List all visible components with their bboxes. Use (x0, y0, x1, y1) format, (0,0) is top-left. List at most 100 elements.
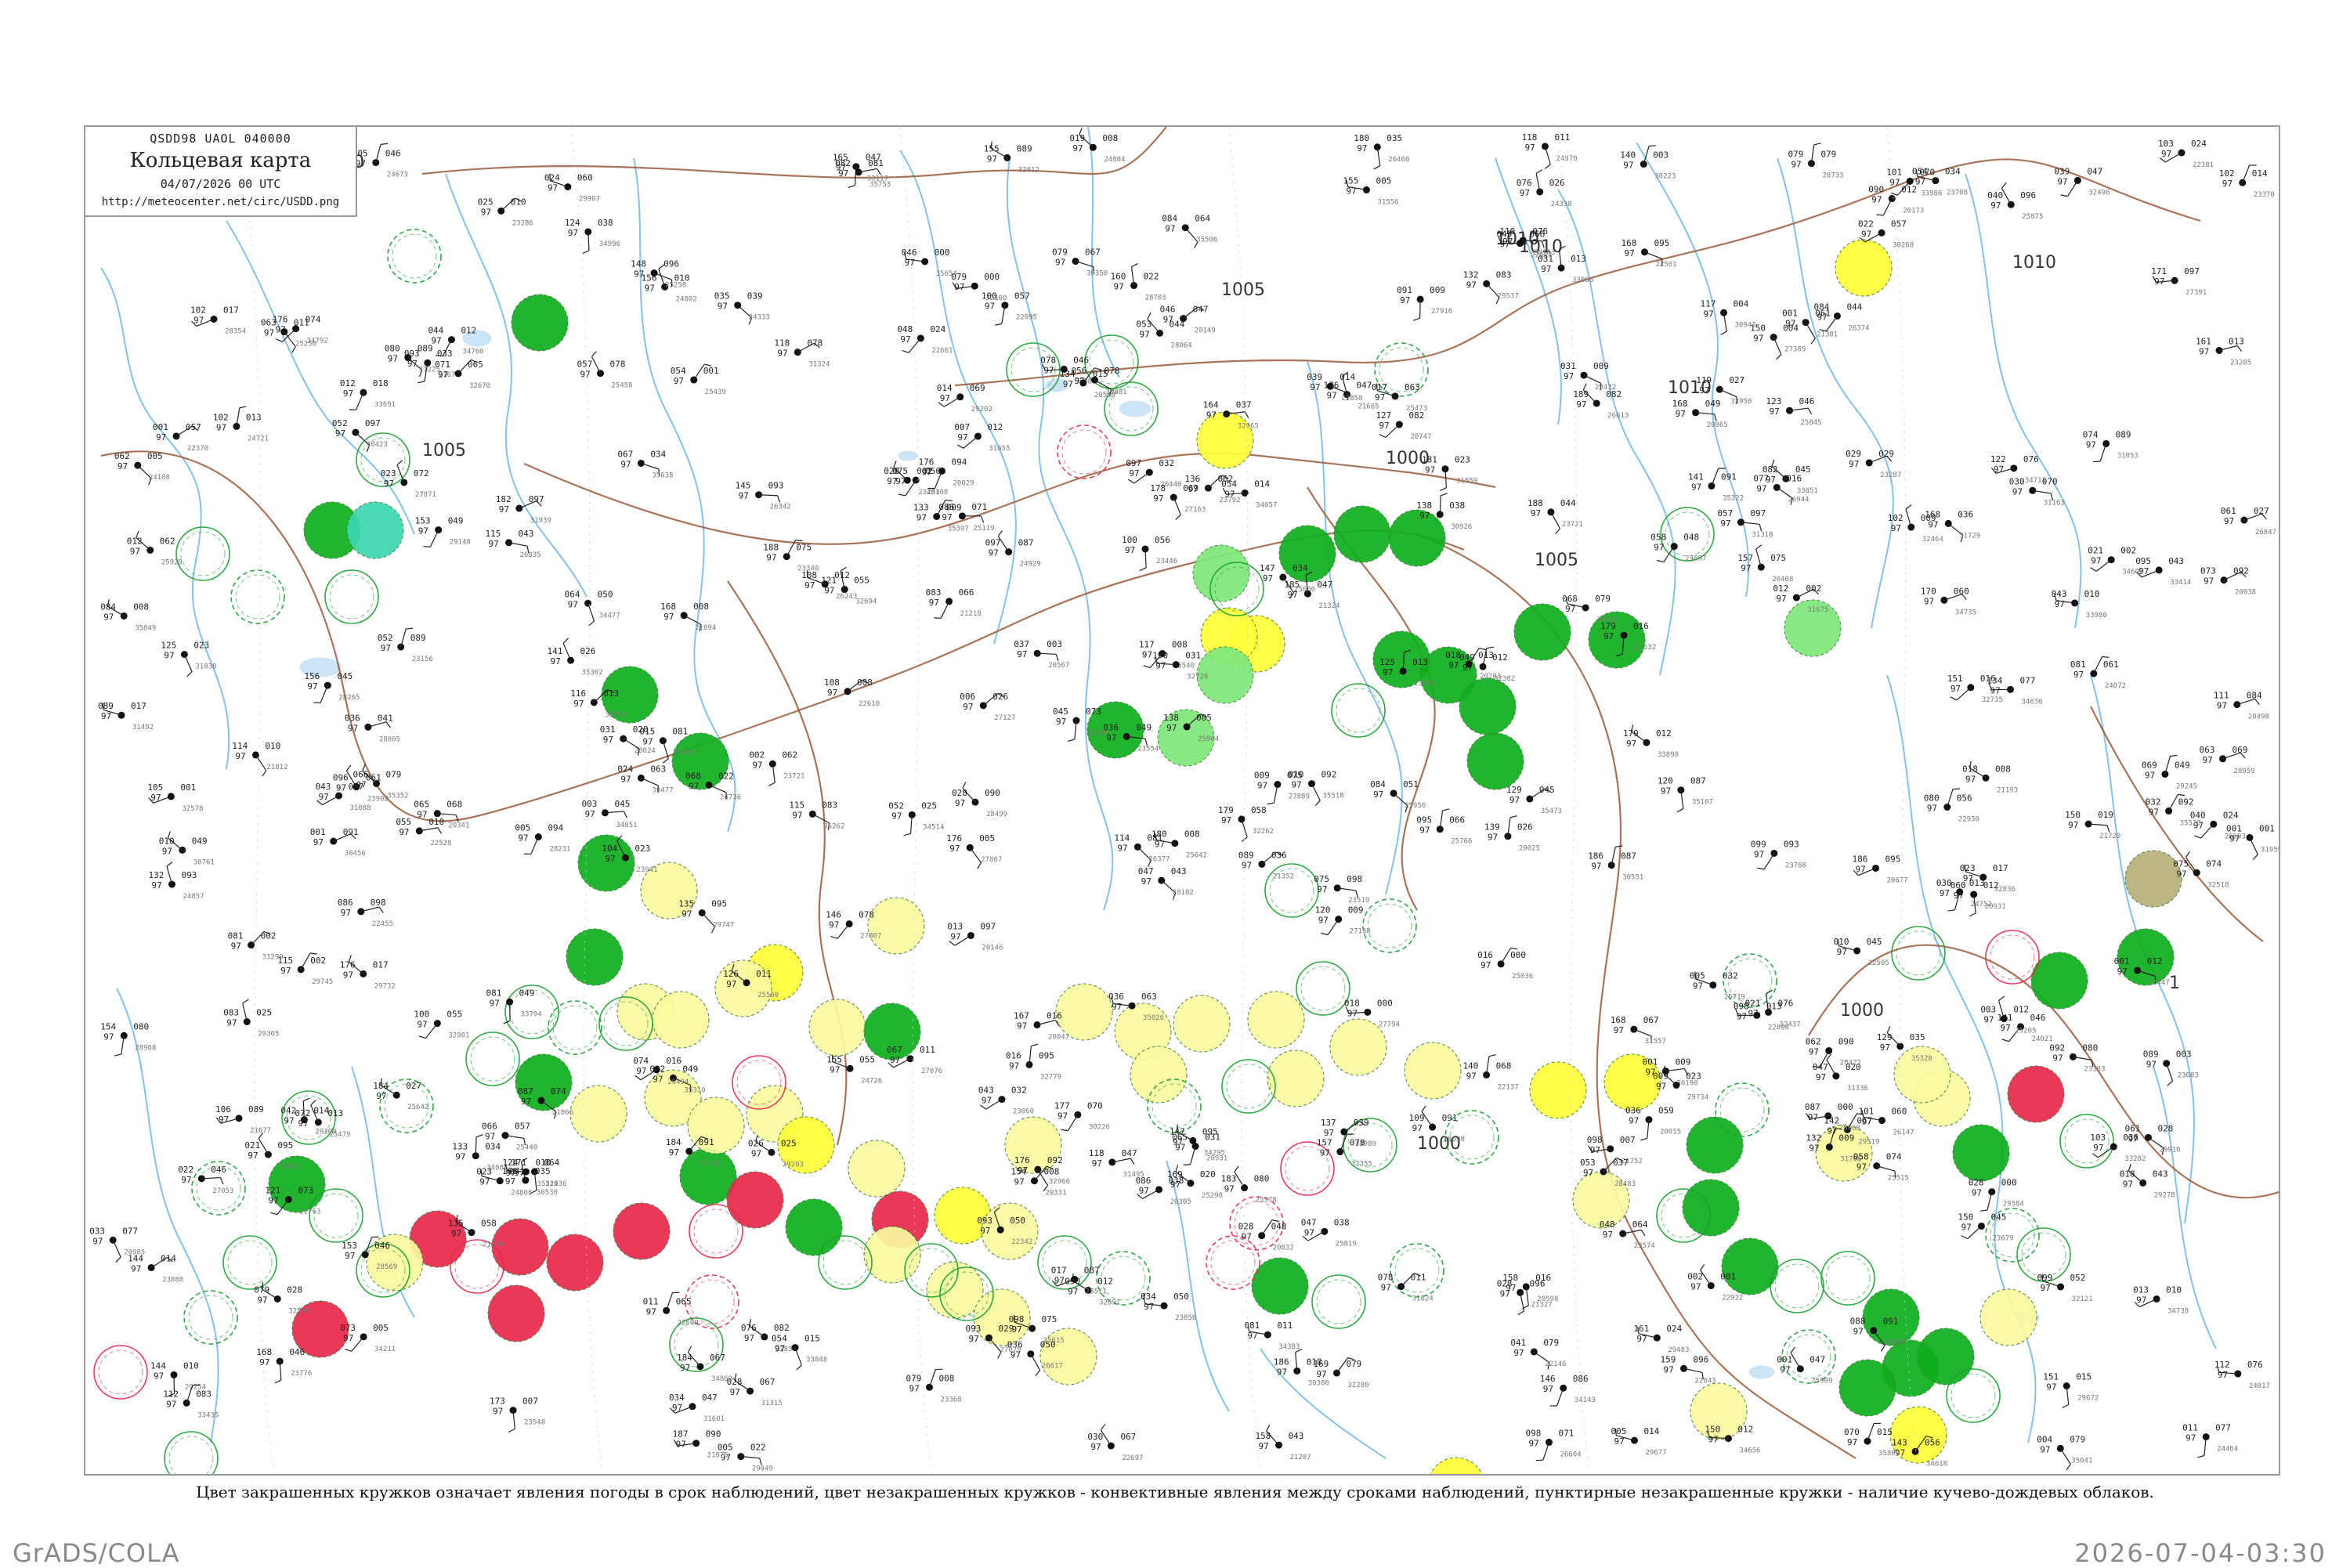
wind-barb-flag (760, 1458, 762, 1465)
wind-barb-flag (1759, 524, 1761, 531)
station-value: 97 (1140, 329, 1150, 339)
station-id: 25642 (1186, 852, 1207, 860)
station-id: 25515 (1888, 1175, 1909, 1183)
cb-ring (471, 1037, 515, 1081)
station-id: 28733 (1822, 172, 1843, 180)
station-id: 29732 (374, 982, 396, 990)
station-value: 97 (313, 837, 324, 847)
station-id: 28483 (1614, 1180, 1636, 1188)
station-id: 32496 (2088, 189, 2110, 197)
station-value: 057 (515, 1122, 530, 1132)
station-value: 102 (213, 412, 229, 422)
station-value: 074 (633, 1056, 649, 1066)
wind-barb (475, 1137, 476, 1156)
station-value: 091 (1442, 1113, 1458, 1123)
station-value: 051 (1403, 779, 1419, 789)
station-value: 047 (1193, 305, 1209, 315)
station-id: 20146 (982, 944, 1003, 952)
station-id: 20341 (448, 822, 469, 830)
station-value: 97 (645, 283, 655, 293)
station-value: 011 (643, 1296, 659, 1306)
station-value: 068 (446, 800, 462, 810)
station-value: 047 (1317, 580, 1332, 590)
station-value: 122 (1990, 454, 2006, 464)
station-id: 23888 (162, 1276, 183, 1284)
station-id: 35654 (936, 270, 957, 278)
station-id: 35310 (684, 1086, 705, 1094)
station-value: 080 (385, 344, 400, 354)
station-id: 22455 (372, 920, 393, 928)
station-value: 036 (2123, 1133, 2138, 1143)
station-value: 118 (1521, 132, 1537, 143)
station-value: 010 (1834, 937, 1849, 947)
station-value: 012 (340, 378, 356, 388)
station-value: 112 (2214, 1360, 2230, 1370)
station-value: 97 (1112, 1002, 1122, 1012)
wind-barb (563, 643, 570, 660)
station-value: 044 (1170, 319, 1185, 329)
station-value: 97 (949, 844, 960, 854)
station-id: 26035 (520, 551, 541, 559)
station-value: 028 (287, 1285, 302, 1295)
station-value: 188 (1528, 498, 1543, 508)
station-id: 20038 (2235, 589, 2256, 597)
wind-barb (531, 837, 539, 854)
wind-barb-flag (1720, 331, 1726, 335)
station-value: 97 (1994, 464, 2004, 475)
station-value: 077 (1753, 473, 1769, 483)
station-id: 23554 (1137, 745, 1159, 753)
station-value: 97 (1780, 1365, 1790, 1375)
station-id: 33851 (1797, 487, 1818, 495)
station-value: 97 (2176, 869, 2186, 879)
station-value: 004 (1783, 323, 1799, 334)
station-dot (211, 316, 218, 323)
station-value: 040 (2190, 810, 2206, 820)
wind-barb (663, 741, 668, 759)
station-value: 018 (1962, 764, 1978, 774)
station-value: 024 (1666, 1324, 1682, 1334)
station-id: 27871 (415, 491, 436, 499)
station-value: 028 (1238, 1222, 1254, 1232)
wind-barb-flag (1545, 164, 1550, 169)
station-value: 078 (1040, 355, 1056, 365)
graticule-line (1887, 127, 1918, 1474)
wind-barb-flag (2002, 1039, 2009, 1042)
station-dot (2074, 177, 2081, 184)
station-value: 97 (891, 811, 902, 821)
synoptic-map[interactable]: 1010101010101010101010051005100510001000… (84, 125, 2280, 1476)
source-url[interactable]: http://meteocenter.net/circ/USDD.png (85, 196, 356, 208)
station-value: 97 (1379, 421, 1389, 431)
station-value: 079 (906, 1373, 921, 1383)
station-id: 33673 (279, 1163, 300, 1171)
wind-barb-flag (1980, 1210, 1987, 1211)
wind-barb (1551, 512, 1560, 529)
station-id: 33282 (2124, 1155, 2146, 1163)
wind-barb-flag (1315, 800, 1320, 806)
station-value: 97 (985, 302, 995, 312)
cb-ring (236, 575, 280, 619)
station-value: 97 (957, 432, 967, 443)
station-value: 97 (2203, 755, 2213, 765)
station-value: 97 (1304, 1227, 1314, 1237)
station-value: 014 (1254, 479, 1270, 489)
station-value: 022 (1858, 219, 1874, 229)
station-id: 28064 (1171, 341, 1192, 349)
station-id: 33414 (2170, 579, 2191, 587)
station-value: 97 (1565, 604, 1575, 614)
station-value: 081 (1147, 833, 1162, 843)
station-id: 21875 (707, 1452, 728, 1460)
station-value: 97 (2001, 1023, 2011, 1033)
station-id: 30926 (1451, 523, 1472, 531)
convective-circle (223, 1236, 277, 1289)
station-value: 97 (1564, 371, 1574, 381)
station-value: 021 (244, 1140, 260, 1151)
station-value: 075 (1314, 874, 1329, 884)
station-value: 079 (1543, 1338, 1559, 1348)
station-value: 97 (1928, 519, 1938, 529)
station-value: 007 (1620, 1135, 1636, 1145)
station-value: 97 (438, 370, 448, 380)
station-value: 140 (1620, 150, 1636, 161)
station-id: 30943 (1735, 321, 1756, 329)
station-value: 97 (2117, 966, 2128, 977)
station-id: 30163 (1534, 249, 1555, 257)
